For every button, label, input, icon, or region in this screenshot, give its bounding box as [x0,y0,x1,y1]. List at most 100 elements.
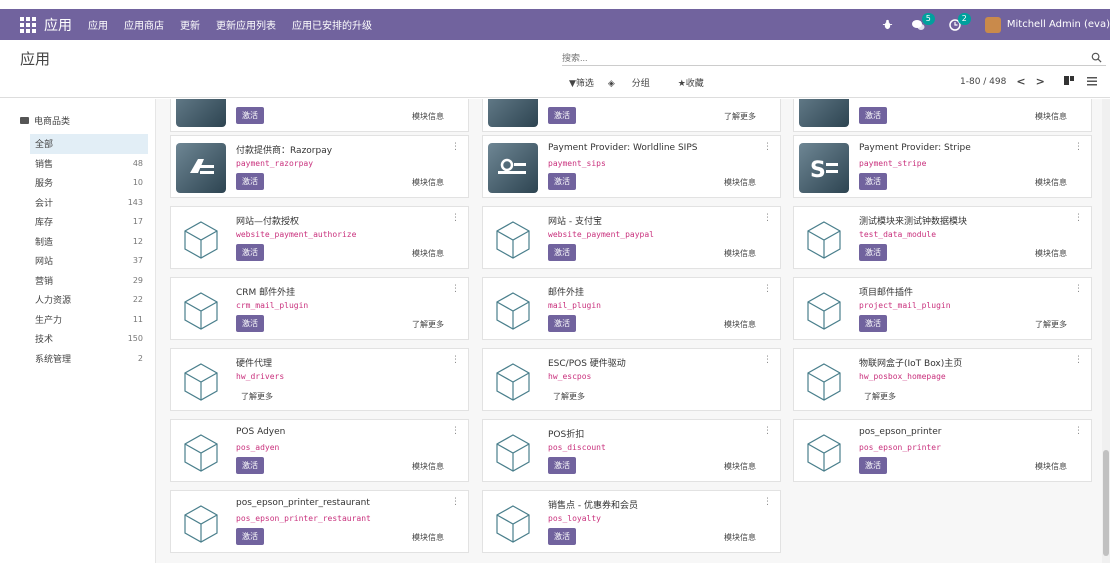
learn-more-button[interactable]: 了解更多 [864,391,896,402]
card-menu-icon[interactable]: ⋮ [763,497,772,507]
category-all[interactable]: 全部 [30,134,148,154]
activate-button[interactable]: 激活 [859,457,887,474]
module-info-button[interactable]: 模块信息 [724,319,756,330]
category-sales[interactable]: 销售 48 [30,154,148,174]
app-card[interactable]: 项目邮件插件 project_mail_plugin ⋮ 激活 了解更多 [793,277,1092,340]
category-inventory[interactable]: 库存 17 [30,212,148,232]
module-info-button[interactable]: 模块信息 [1035,177,1067,188]
app-card[interactable]: POS折扣 pos_discount ⋮ 激活 模块信息 [482,419,781,482]
app-card[interactable]: 网站 - 支付宝 website_payment_paypal ⋮ 激活 模块信息 [482,206,781,269]
activate-button[interactable]: 激活 [548,528,576,545]
category-hr[interactable]: 人力资源 22 [30,290,148,310]
chat-icon[interactable]: 5 [911,12,935,31]
debug-bug-icon[interactable] [882,19,893,30]
app-card[interactable]: ESC/POS 硬件驱动 hw_escpos ⋮ 了解更多 [482,348,781,411]
activate-button[interactable]: 激活 [236,244,264,261]
card-menu-icon[interactable]: ⋮ [763,142,772,152]
category-technical[interactable]: 技术 150 [30,329,148,349]
module-info-button[interactable]: 模块信息 [412,461,444,472]
activity-clock-icon[interactable]: 2 [949,12,971,31]
module-info-button[interactable]: 模块信息 [724,532,756,543]
app-card[interactable]: pos_epson_printer_restaurant pos_epson_pr… [170,490,469,553]
card-menu-icon[interactable]: ⋮ [1074,355,1083,365]
app-card-partial[interactable]: 激活 模块信息 [170,99,469,132]
menu-updates[interactable]: 更新 [180,17,200,32]
category-productivity[interactable]: 生产力 11 [30,310,148,330]
activate-button[interactable]: 激活 [236,107,264,124]
app-brand[interactable]: 应用 [44,15,72,35]
category-manufacturing[interactable]: 制造 12 [30,232,148,252]
filter-button[interactable]: ▼筛选 [569,76,594,89]
card-menu-icon[interactable]: ⋮ [1074,142,1083,152]
app-card[interactable]: S Payment Provider: Stripe payment_stripe ⋮… [793,135,1092,198]
card-menu-icon[interactable]: ⋮ [763,284,772,294]
module-info-button[interactable]: 模块信息 [412,532,444,543]
app-card[interactable]: 邮件外挂 mail_plugin ⋮ 激活 模块信息 [482,277,781,340]
learn-more-button[interactable]: 了解更多 [241,391,273,402]
card-menu-icon[interactable]: ⋮ [763,426,772,436]
learn-more-button[interactable]: 了解更多 [1035,319,1067,330]
activate-button[interactable]: 激活 [236,315,264,332]
app-card[interactable]: pos_epson_printer pos_epson_printer ⋮ 激活 模块信… [793,419,1092,482]
card-menu-icon[interactable]: ⋮ [451,355,460,365]
app-card[interactable]: 付款提供商：Razorpay payment_razorpay ⋮ 激活 模块信息 [170,135,469,198]
activate-button[interactable]: 激活 [548,107,576,124]
app-card[interactable]: 网站—付款授权 website_payment_authorize ⋮ 激活 模块信息 [170,206,469,269]
activate-button[interactable]: 激活 [236,173,264,190]
favorites-button[interactable]: ★收藏 [678,76,704,89]
group-by-button[interactable]: ◈ 分组 [608,76,664,89]
activate-button[interactable]: 激活 [236,528,264,545]
card-menu-icon[interactable]: ⋮ [451,284,460,294]
pager-next-button[interactable]: > [1036,75,1045,88]
card-menu-icon[interactable]: ⋮ [1074,213,1083,223]
user-avatar[interactable] [984,16,1001,33]
search-icon[interactable] [1091,48,1102,67]
activate-button[interactable]: 激活 [548,244,576,261]
card-menu-icon[interactable]: ⋮ [763,213,772,223]
kanban-view-icon[interactable] [1062,73,1076,87]
menu-scheduled-upgrades[interactable]: 应用已安排的升级 [292,17,372,32]
card-menu-icon[interactable]: ⋮ [1074,284,1083,294]
search-input[interactable] [562,49,1082,67]
activate-button[interactable]: 激活 [548,457,576,474]
app-card[interactable]: 测试模块来测试钟数据模块 test_data_module ⋮ 激活 模块信息 [793,206,1092,269]
category-services[interactable]: 服务 10 [30,173,148,193]
module-info-button[interactable]: 模块信息 [1035,111,1067,122]
app-card[interactable]: 物联网盒子(IoT Box)主页 hw_posbox_homepage ⋮ 了解更多 [793,348,1092,411]
card-menu-icon[interactable]: ⋮ [451,426,460,436]
module-info-button[interactable]: 模块信息 [412,111,444,122]
module-info-button[interactable]: 模块信息 [724,177,756,188]
category-accounting[interactable]: 会计 143 [30,193,148,213]
menu-apps[interactable]: 应用 [88,17,108,32]
activate-button[interactable]: 激活 [236,457,264,474]
apps-menu-icon[interactable] [20,16,36,33]
card-menu-icon[interactable]: ⋮ [451,142,460,152]
module-info-button[interactable]: 模块信息 [1035,248,1067,259]
app-card-partial[interactable]: 激活 了解更多 [482,99,781,132]
app-card[interactable]: CRM 邮件外挂 crm_mail_plugin ⋮ 激活 了解更多 [170,277,469,340]
scrollbar-thumb[interactable] [1103,450,1109,556]
module-info-button[interactable]: 模块信息 [412,248,444,259]
card-menu-icon[interactable]: ⋮ [451,497,460,507]
activate-button[interactable]: 激活 [859,173,887,190]
list-view-icon[interactable] [1085,73,1099,87]
activate-button[interactable]: 激活 [859,315,887,332]
app-card-partial[interactable]: 激活 模块信息 [793,99,1092,132]
card-menu-icon[interactable]: ⋮ [763,355,772,365]
category-administration[interactable]: 系统管理 2 [30,349,148,369]
activate-button[interactable]: 激活 [548,315,576,332]
category-website[interactable]: 网站 37 [30,251,148,271]
pager-value[interactable]: 1-80 / 498 [960,77,1006,87]
module-info-button[interactable]: 模块信息 [724,248,756,259]
activate-button[interactable]: 激活 [859,244,887,261]
card-menu-icon[interactable]: ⋮ [1074,426,1083,436]
learn-more-button[interactable]: 了解更多 [412,319,444,330]
category-marketing[interactable]: 营销 29 [30,271,148,291]
menu-app-store[interactable]: 应用商店 [124,17,164,32]
learn-more-button[interactable]: 了解更多 [724,111,756,122]
app-card[interactable]: 销售点 - 优惠券和会员 pos_loyalty ⋮ 激活 模块信息 [482,490,781,553]
activate-button[interactable]: 激活 [859,107,887,124]
learn-more-button[interactable]: 了解更多 [553,391,585,402]
module-info-button[interactable]: 模块信息 [1035,461,1067,472]
module-info-button[interactable]: 模块信息 [412,177,444,188]
